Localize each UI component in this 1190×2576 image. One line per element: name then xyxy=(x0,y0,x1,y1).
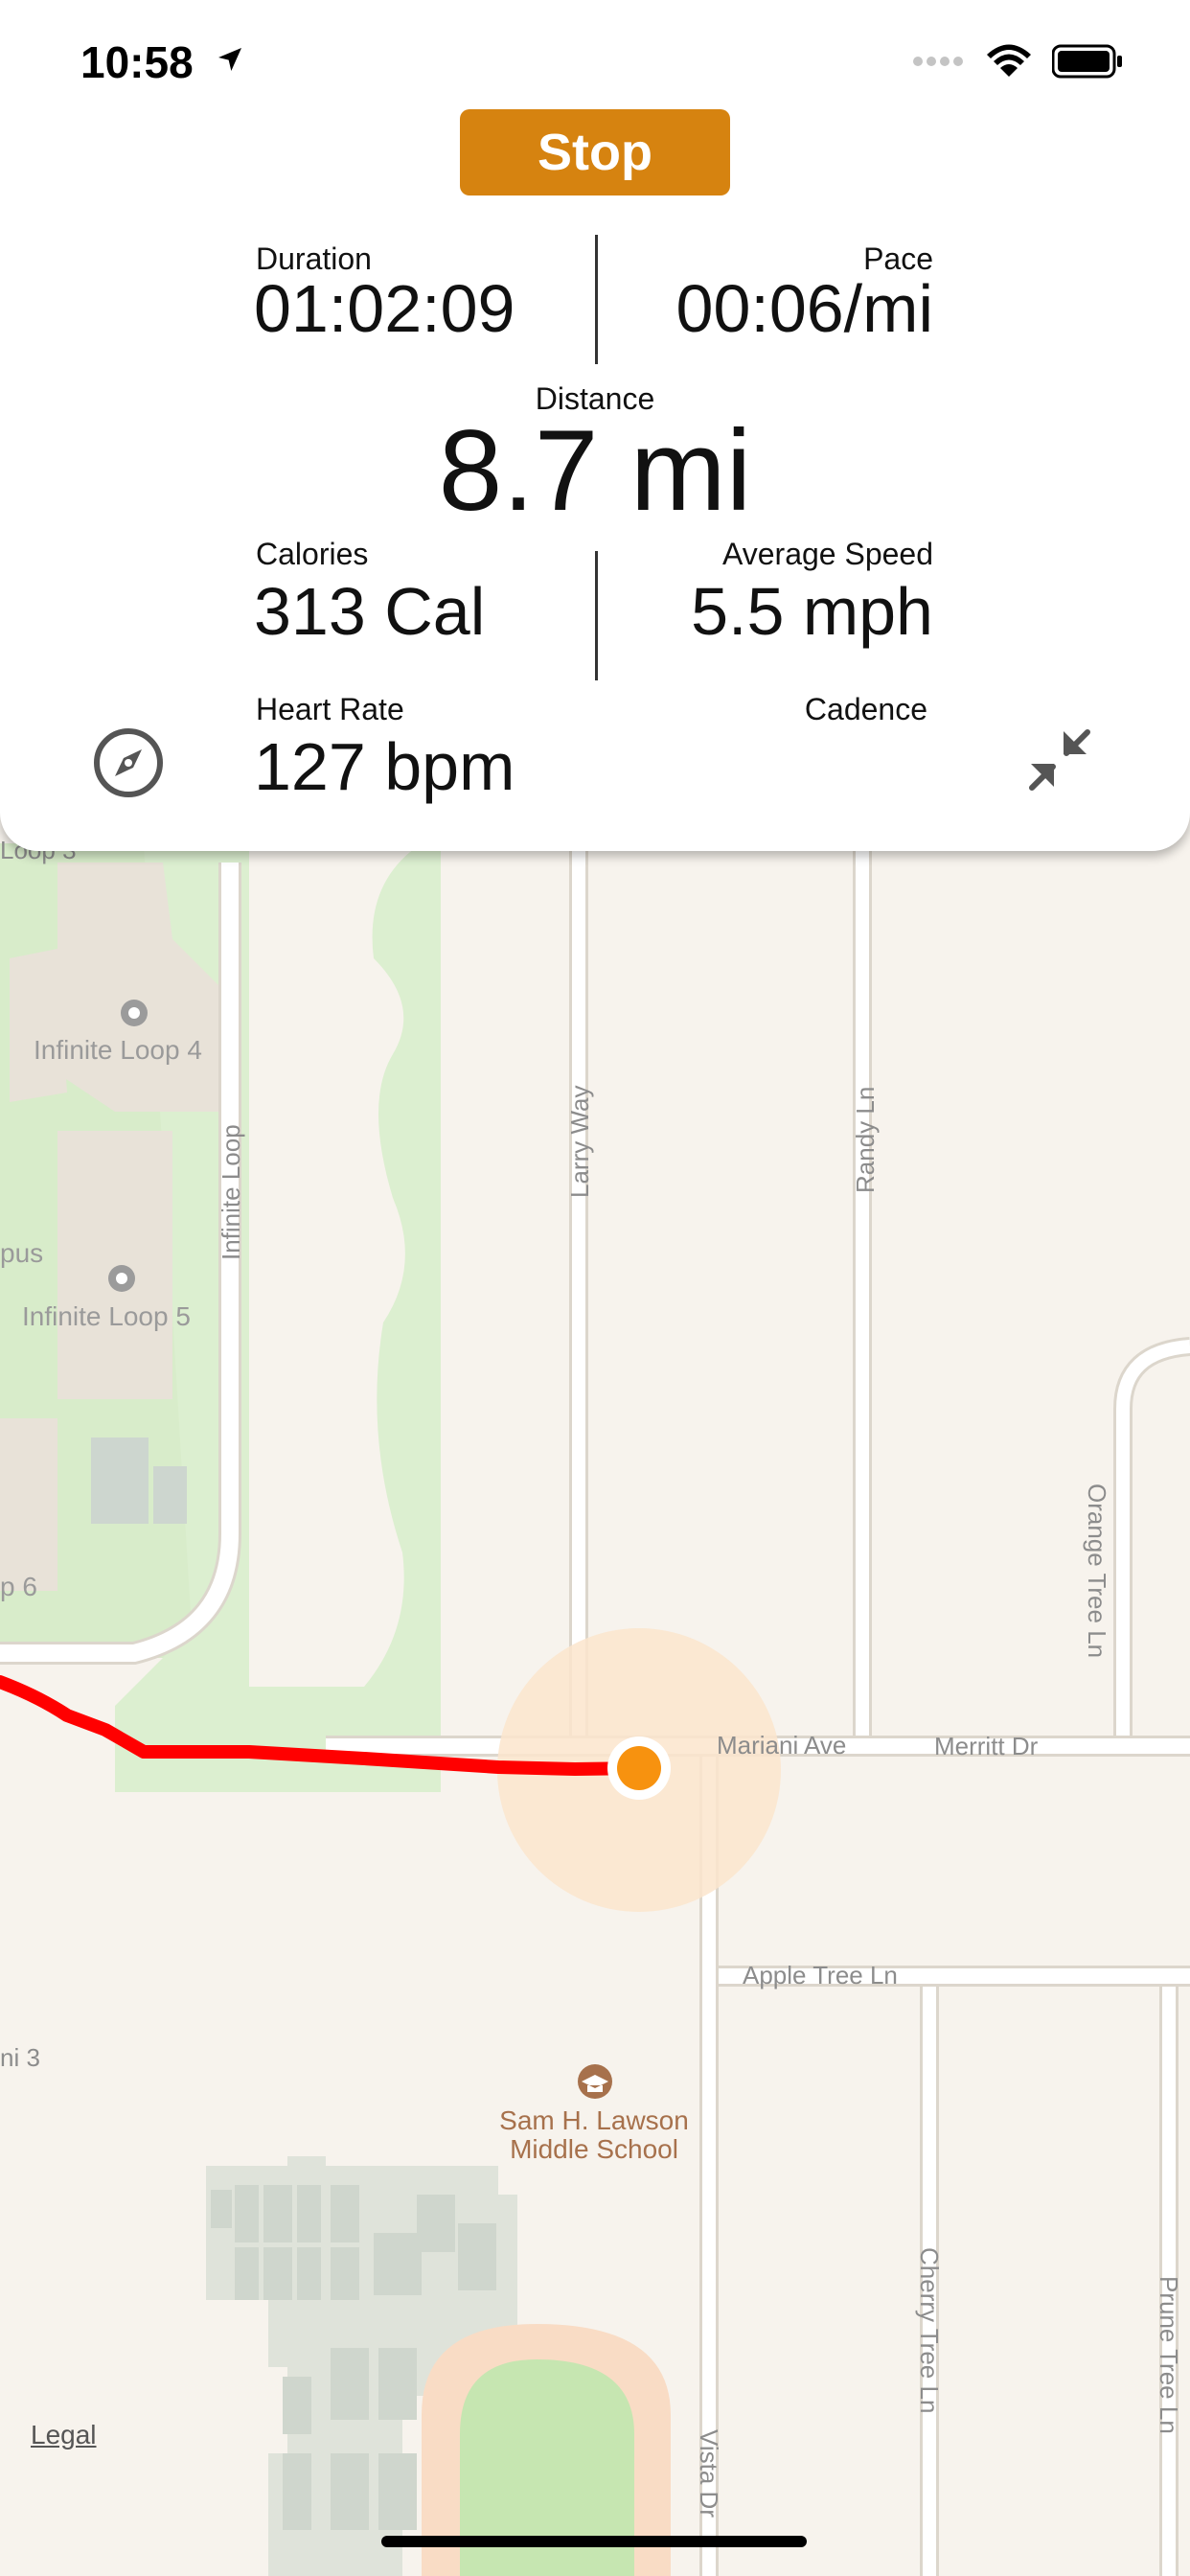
map-label-loop6: p 6 xyxy=(0,1572,37,1601)
map-label-larry-way: Larry Way xyxy=(565,1085,594,1199)
map-label-cherry-tree-ln: Cherry Tree Ln xyxy=(915,2247,944,2414)
map-label-school: Sam H. Lawson Middle School xyxy=(479,2106,709,2164)
status-time: 10:58 xyxy=(80,37,194,87)
pace-value: 00:06/mi xyxy=(675,271,933,346)
stop-button[interactable]: Stop xyxy=(460,109,730,196)
battery-icon xyxy=(1052,44,1122,79)
average-speed-label: Average Speed xyxy=(721,537,933,571)
school-name-line2: Middle School xyxy=(510,2134,678,2164)
map-label-prune-tree-ln: Prune Tree Ln xyxy=(1155,2276,1183,2434)
map-label-infinite-loop-road: Infinite Loop xyxy=(217,1124,245,1260)
map-label-merritt-dr: Merritt Dr xyxy=(934,1732,1039,1760)
divider-row2 xyxy=(595,551,598,680)
map-label-randy-ln: Randy Ln xyxy=(851,1086,880,1193)
collapse-arrows-icon[interactable] xyxy=(1028,728,1091,792)
status-icons xyxy=(912,44,1123,79)
map-label-vista-dr: Vista Dr xyxy=(695,2429,723,2518)
duration-value: 01:02:09 xyxy=(254,271,515,346)
map-label-apple-tree-ln: Apple Tree Ln xyxy=(743,1961,898,1990)
distance-value: 8.7 mi xyxy=(438,406,752,535)
heart-rate-label: Heart Rate xyxy=(256,692,404,726)
legal-link[interactable]: Legal xyxy=(31,2420,97,2450)
school-name-line1: Sam H. Lawson xyxy=(499,2105,689,2135)
calories-label: Calories xyxy=(256,537,369,571)
map-label-mariani-3: ni 3 xyxy=(0,2043,40,2072)
map-label-mariani-ave: Mariani Ave xyxy=(717,1731,847,1760)
map-label-infinite-loop-4: Infinite Loop 4 xyxy=(34,1035,202,1065)
average-speed-value: 5.5 mph xyxy=(691,574,933,649)
compass-icon[interactable] xyxy=(92,726,165,799)
heart-rate-value: 127 bpm xyxy=(254,729,515,804)
map-label-infinite-loop-5: Infinite Loop 5 xyxy=(22,1301,191,1331)
wifi-icon xyxy=(987,44,1031,77)
workout-panel: 10:58 Stop Duration 01:02:09 Pace 00:06/… xyxy=(0,0,1190,851)
location-dot xyxy=(617,1746,661,1790)
location-arrow-icon xyxy=(218,48,241,71)
signal-dots-icon xyxy=(913,57,963,66)
calories-value: 313 Cal xyxy=(254,574,486,649)
divider-row1 xyxy=(595,235,598,364)
map-label-orange-tree-ln: Orange Tree Ln xyxy=(1083,1484,1111,1659)
home-indicator[interactable] xyxy=(381,2536,807,2547)
map-label-campus: pus xyxy=(0,1238,44,1268)
cadence-label: Cadence xyxy=(804,692,927,726)
